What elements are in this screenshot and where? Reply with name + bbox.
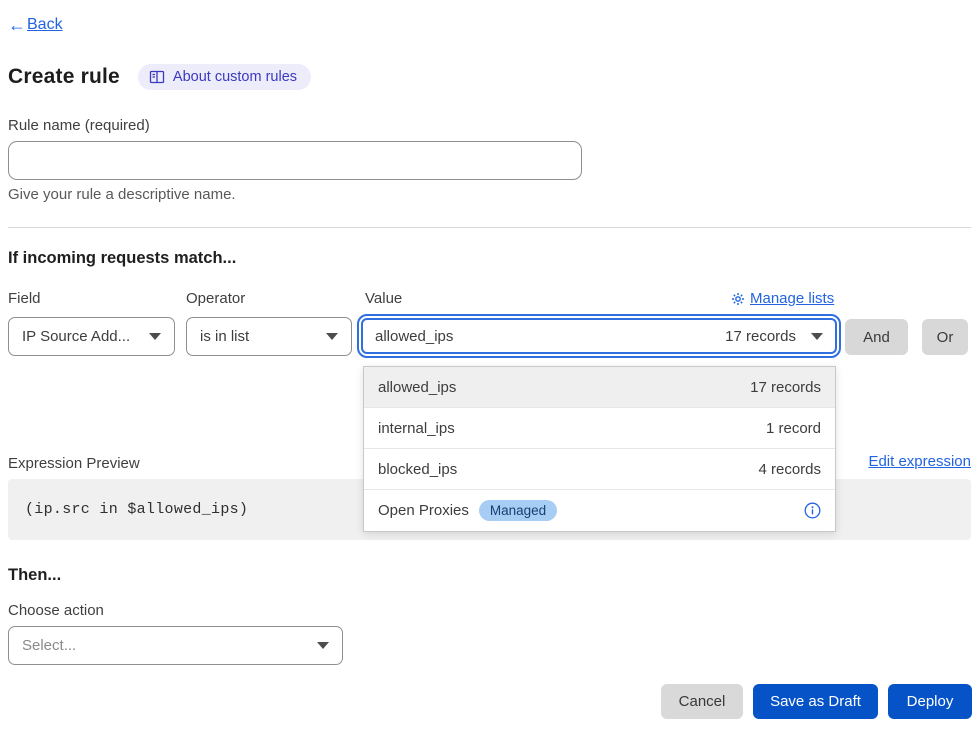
value-select-selected: allowed_ips (375, 328, 453, 345)
or-button[interactable]: Or (922, 319, 968, 355)
footer-actions: Cancel Save as Draft Deploy (661, 684, 972, 719)
expression-preview-label: Expression Preview (8, 455, 140, 472)
operator-select[interactable]: is in list (186, 317, 352, 356)
operator-label: Operator (186, 290, 245, 307)
about-custom-rules-label: About custom rules (173, 69, 297, 85)
edit-expression-label: Edit expression (868, 453, 971, 470)
action-select[interactable]: Select... (8, 626, 343, 665)
and-button[interactable]: And (845, 319, 908, 355)
rule-name-input[interactable] (8, 141, 582, 180)
field-select[interactable]: IP Source Add... (8, 317, 175, 356)
field-label: Field (8, 290, 41, 307)
section-divider (8, 227, 971, 228)
about-custom-rules-badge[interactable]: About custom rules (138, 64, 311, 90)
dropdown-option-open-proxies[interactable]: Open Proxies Managed (364, 490, 835, 531)
edit-expression-link[interactable]: Edit expression (868, 453, 971, 470)
expression-code: (ip.src in $allowed_ips) (25, 501, 248, 518)
chevron-down-icon (326, 333, 338, 340)
value-dropdown-menu: allowed_ips 17 records internal_ips 1 re… (363, 366, 836, 532)
chevron-down-icon (149, 333, 161, 340)
title-row: Create rule About custom rules (8, 64, 311, 90)
save-as-draft-button[interactable]: Save as Draft (753, 684, 878, 719)
match-section-heading: If incoming requests match... (8, 249, 236, 268)
gear-icon (731, 292, 745, 306)
value-select-meta: 17 records (725, 328, 796, 345)
value-select[interactable]: allowed_ips 17 records (357, 314, 841, 358)
value-select-inner: allowed_ips 17 records (361, 318, 837, 354)
operator-select-value: is in list (200, 328, 249, 345)
info-icon[interactable] (804, 502, 821, 519)
managed-badge: Managed (479, 500, 557, 521)
option-meta: 1 record (766, 420, 821, 437)
option-name: internal_ips (378, 420, 455, 437)
dropdown-option-allowed-ips[interactable]: allowed_ips 17 records (364, 367, 835, 408)
then-section-heading: Then... (8, 566, 61, 585)
option-name: allowed_ips (378, 379, 456, 396)
deploy-button[interactable]: Deploy (888, 684, 972, 719)
book-icon (149, 70, 165, 84)
back-link-label: Back (27, 16, 63, 34)
cancel-button[interactable]: Cancel (661, 684, 743, 719)
chevron-down-icon (811, 333, 823, 340)
value-label: Value (365, 290, 402, 307)
choose-action-label: Choose action (8, 602, 104, 619)
page-title: Create rule (8, 65, 120, 89)
manage-lists-link[interactable]: Manage lists (731, 290, 834, 307)
option-name: blocked_ips (378, 461, 457, 478)
rule-name-label: Rule name (required) (8, 117, 150, 134)
action-select-placeholder: Select... (22, 637, 76, 654)
back-link[interactable]: ← Back (8, 16, 63, 34)
chevron-down-icon (317, 642, 329, 649)
option-name: Open Proxies (378, 502, 469, 519)
back-arrow-icon: ← (8, 16, 26, 34)
field-select-value: IP Source Add... (22, 328, 130, 345)
dropdown-option-blocked-ips[interactable]: blocked_ips 4 records (364, 449, 835, 490)
option-meta: 4 records (758, 461, 821, 478)
dropdown-option-internal-ips[interactable]: internal_ips 1 record (364, 408, 835, 449)
option-meta: 17 records (750, 379, 821, 396)
manage-lists-label: Manage lists (750, 290, 834, 307)
rule-name-helper-text: Give your rule a descriptive name. (8, 186, 236, 203)
